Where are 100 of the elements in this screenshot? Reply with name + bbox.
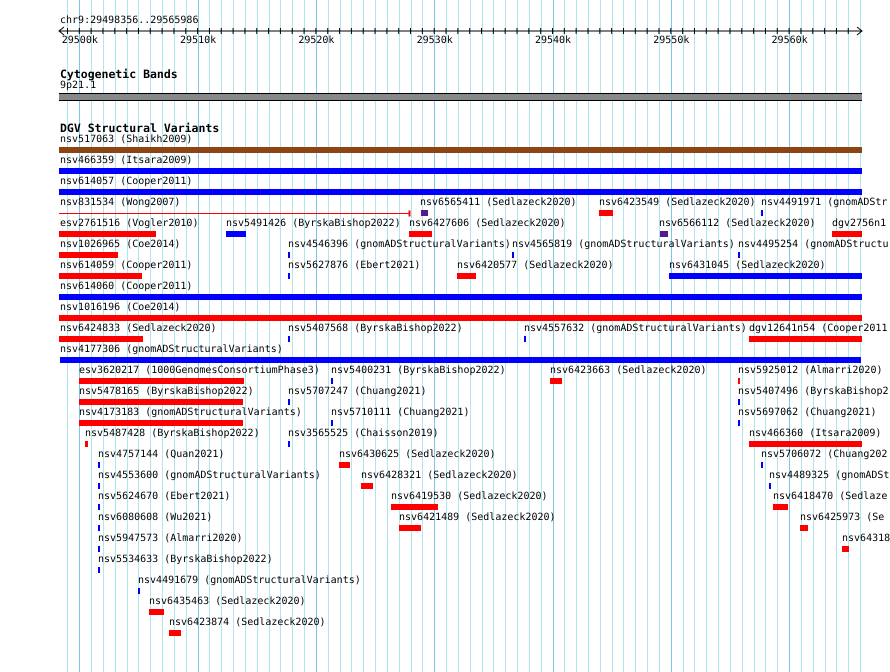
feature-label[interactable]: nsv6430625 (Sedlazeck2020) (339, 450, 496, 460)
feature-label[interactable]: nsv6428321 (Sedlazeck2020) (361, 471, 518, 481)
feature-bar[interactable] (842, 546, 849, 552)
feature-label[interactable]: nsv5407568 (ByrskaBishop2022) (288, 324, 463, 334)
feature-label[interactable]: nsv466359 (Itsara2009) (60, 156, 192, 166)
feature-label[interactable]: nsv5478165 (ByrskaBishop2022) (79, 387, 254, 397)
feature-label[interactable]: esv3620217 (1000GenomesConsortiumPhase3) (79, 366, 320, 376)
feature-bar[interactable] (800, 525, 808, 531)
feature-label[interactable]: esv2761516 (Vogler2010) (60, 219, 198, 229)
feature-label[interactable]: nsv614059 (Cooper2011) (60, 261, 192, 271)
feature-bar[interactable] (409, 231, 432, 237)
feature-label[interactable]: nsv4173183 (gnomADStructuralVariants) (79, 408, 302, 418)
tick-label: 29540k (534, 35, 572, 46)
tick-label: 29550k (652, 35, 690, 46)
feature-label[interactable]: dgv2756n1 (832, 219, 886, 229)
feature-bar[interactable] (226, 231, 246, 237)
feature-bar[interactable] (149, 609, 164, 615)
feature-label[interactable]: dgv12641n54 (Cooper2011 (749, 324, 888, 334)
feature-label[interactable]: nsv6423663 (Sedlazeck2020) (550, 366, 707, 376)
feature-bar[interactable] (59, 168, 862, 174)
feature-bar[interactable] (749, 336, 862, 342)
feature-bar[interactable] (60, 357, 861, 363)
feature-label[interactable]: nsv5710111 (Chuang2021) (331, 408, 470, 418)
feature-label[interactable]: nsv4565819 (gnomADStructuralVariants) (512, 240, 735, 250)
feature-label[interactable]: nsv6566112 (Sedlazeck2020) (659, 219, 816, 229)
feature-label[interactable]: nsv6423874 (Sedlazeck2020) (169, 618, 326, 628)
feature-bar[interactable] (599, 210, 613, 216)
feature-label[interactable]: nsv5534633 (ByrskaBishop2022) (98, 555, 273, 565)
feature-label[interactable]: nsv1026965 (Coe2014) (60, 240, 180, 250)
feature-bar[interactable] (339, 462, 350, 468)
tick-label: 29510k (180, 35, 217, 46)
feature-bar[interactable] (59, 147, 862, 153)
feature-bar[interactable] (85, 441, 88, 447)
feature-bar[interactable] (669, 273, 862, 279)
feature-label[interactable]: nsv6431045 (Sedlazeck2020) (669, 261, 826, 271)
feature-label[interactable]: nsv4553600 (gnomADStructuralVariants) (98, 471, 321, 481)
feature-label[interactable]: nsv6565411 (Sedlazeck2020) (420, 198, 577, 208)
feature-label[interactable]: nsv4495254 (gnomADStructu (738, 240, 889, 250)
feature-label[interactable]: nsv517063 (Shaikh2009) (60, 135, 192, 145)
feature-bar[interactable] (169, 630, 181, 636)
feature-label[interactable]: nsv5706072 (Chuang202 (761, 450, 888, 460)
feature-bar[interactable] (391, 504, 438, 510)
feature-label[interactable]: nsv5491426 (ByrskaBishop2022) (226, 219, 401, 229)
feature-bar[interactable] (79, 378, 244, 384)
feature-bar[interactable] (749, 441, 862, 447)
feature-bar[interactable] (773, 504, 788, 510)
feature-label[interactable]: nsv6419530 (Sedlazeck2020) (391, 492, 548, 502)
feature-bar[interactable] (59, 189, 862, 195)
feature-label[interactable]: nsv6427606 (Sedlazeck2020) (409, 219, 566, 229)
feature-label[interactable]: nsv6420577 (Sedlazeck2020) (457, 261, 614, 271)
feature-label[interactable]: nsv6423549 (Sedlazeck2020) (599, 198, 756, 208)
feature-bar[interactable] (79, 399, 243, 405)
feature-label[interactable]: nsv5627876 (Ebert2021) (288, 261, 420, 271)
feature-label[interactable]: nsv6424833 (Sedlazeck2020) (60, 324, 217, 334)
feature-bar[interactable] (660, 231, 668, 237)
feature-bar[interactable] (59, 273, 142, 279)
feature-bar[interactable] (550, 378, 562, 384)
feature-label[interactable]: nsv5925012 (Almarri2020) (738, 366, 882, 376)
feature-label[interactable]: nsv4546396 (gnomADStructuralVariants) (288, 240, 511, 250)
feature-bar[interactable] (832, 231, 862, 237)
feature-label[interactable]: nsv6080608 (Wu2021) (98, 513, 212, 523)
feature-label[interactable]: nsv5624670 (Ebert2021) (98, 492, 230, 502)
feature-label[interactable]: nsv5407496 (ByrskaBishop2 (738, 387, 889, 397)
feature-bar[interactable] (59, 231, 156, 237)
feature-label[interactable]: nsv3565525 (Chaisson2019) (288, 429, 439, 439)
tick-label: 29500k (61, 35, 98, 46)
feature-label[interactable]: nsv4489325 (gnomADSt (769, 471, 890, 481)
feature-bar[interactable] (399, 525, 421, 531)
feature-label[interactable]: nsv1016196 (Coe2014) (60, 303, 180, 313)
position-label: chr9:29498356..29565986 (60, 15, 198, 26)
feature-bar[interactable] (421, 210, 428, 216)
feature-label[interactable]: nsv614060 (Cooper2011) (60, 282, 192, 292)
feature-bar[interactable] (457, 273, 476, 279)
feature-label[interactable]: nsv831534 (Wong2007) (60, 198, 180, 208)
feature-bar[interactable] (59, 294, 862, 300)
feature-label[interactable]: nsv614057 (Cooper2011) (60, 177, 192, 187)
feature-label[interactable]: nsv5487428 (ByrskaBishop2022) (85, 429, 260, 439)
feature-label[interactable]: nsv6418470 (Sedlaze (773, 492, 888, 502)
feature-label[interactable]: nsv64318 (842, 534, 890, 544)
feature-label[interactable]: nsv6421489 (Sedlazeck2020) (399, 513, 556, 523)
feature-label[interactable]: nsv5400231 (ByrskaBishop2022) (331, 366, 506, 376)
feature-label[interactable]: nsv4557632 (gnomADStructuralVariants) (524, 324, 747, 334)
feature-bar[interactable] (79, 420, 243, 426)
feature-label[interactable]: nsv5947573 (Almarri2020) (98, 534, 242, 544)
feature-label[interactable]: nsv6435463 (Sedlazeck2020) (149, 597, 306, 607)
feature-label[interactable]: nsv466360 (Itsara2009) (749, 429, 882, 439)
tick-label: 29560k (771, 35, 808, 46)
feature-line[interactable] (59, 210, 411, 217)
feature-bar[interactable] (59, 315, 862, 321)
feature-label[interactable]: nsv4757144 (Quan2021) (98, 450, 224, 460)
feature-label[interactable]: nsv6425973 (Se (800, 513, 884, 523)
feature-bar[interactable] (59, 336, 143, 342)
feature-label[interactable]: nsv4177306 (gnomADStructuralVariants) (60, 345, 283, 355)
feature-bar[interactable] (59, 252, 118, 258)
feature-label[interactable]: nsv4491971 (gnomADStr (761, 198, 888, 208)
feature-label[interactable]: nsv4491679 (gnomADStructuralVariants) (138, 576, 361, 586)
feature-label[interactable]: nsv5697062 (Chuang2021) (738, 408, 876, 418)
track-title: Cytogenetic Bands (60, 68, 178, 80)
feature-label[interactable]: nsv5707247 (Chuang2021) (288, 387, 426, 397)
feature-bar[interactable] (361, 483, 373, 489)
